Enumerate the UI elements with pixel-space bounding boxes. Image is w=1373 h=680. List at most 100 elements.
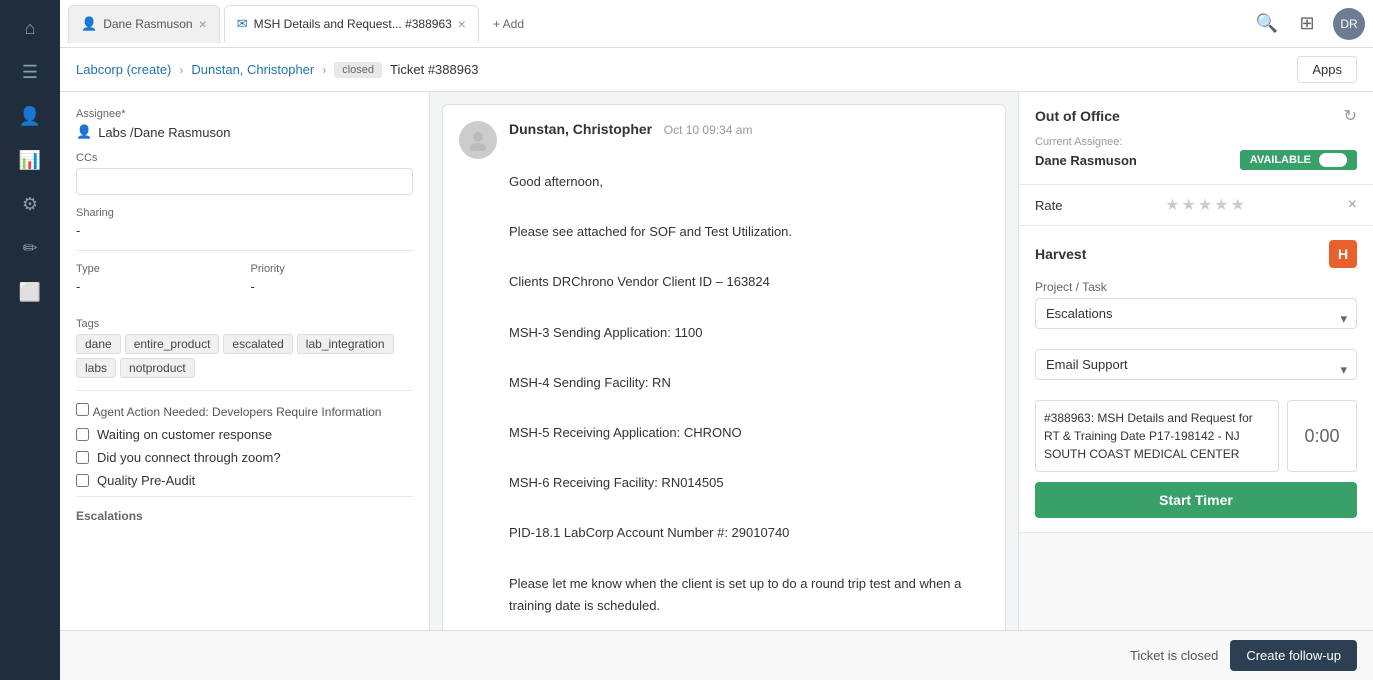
tags-container: dane entire_product escalated lab_integr… bbox=[76, 334, 413, 378]
left-panel: Assignee* 👤 Labs /Dane Rasmuson CCs Shar… bbox=[60, 92, 430, 680]
cb-waiting[interactable] bbox=[76, 428, 89, 441]
user-avatar[interactable]: DR bbox=[1333, 8, 1365, 40]
tab-msh-details[interactable]: ✉ MSH Details and Request... #388963 × bbox=[224, 5, 479, 43]
sharing-value: - bbox=[76, 223, 413, 238]
breadcrumb-sep-1: › bbox=[179, 63, 183, 77]
task-select[interactable]: Email Support bbox=[1035, 349, 1357, 380]
ccs-label: CCs bbox=[76, 152, 413, 164]
tab-dane-label: Dane Rasmuson bbox=[103, 17, 192, 31]
sidebar-users-icon[interactable]: 👤 bbox=[12, 98, 48, 134]
sidebar-edit-icon[interactable]: ✏ bbox=[12, 230, 48, 266]
msg-line-5: MSH-4 Sending Facility: RN bbox=[509, 372, 989, 394]
tab-add-button[interactable]: + Add bbox=[483, 13, 534, 35]
tag-labs: labs bbox=[76, 358, 116, 378]
tag-lab-integration: lab_integration bbox=[297, 334, 394, 354]
harvest-note[interactable]: #388963: MSH Details and Request for RT … bbox=[1035, 400, 1279, 472]
bottom-bar: Ticket is closed Create follow-up bbox=[60, 630, 1373, 680]
tag-dane: dane bbox=[76, 334, 121, 354]
tab-bar: 👤 Dane Rasmuson × ✉ MSH Details and Requ… bbox=[60, 0, 1373, 48]
type-label: Type bbox=[76, 263, 239, 275]
msg-line-3: Clients DRChrono Vendor Client ID – 1638… bbox=[509, 271, 989, 293]
sidebar-reports-icon[interactable]: 📊 bbox=[12, 142, 48, 178]
cb-zoom-label: Did you connect through zoom? bbox=[97, 450, 281, 465]
ccs-input[interactable] bbox=[76, 168, 413, 195]
assignee-row: Dane Rasmuson AVAILABLE bbox=[1035, 150, 1357, 170]
msg-line-2: Please see attached for SOF and Test Uti… bbox=[509, 221, 989, 243]
tab-email-icon: ✉ bbox=[237, 16, 248, 32]
harvest-header: Harvest H bbox=[1035, 240, 1357, 268]
available-label: AVAILABLE bbox=[1250, 154, 1311, 166]
tab-add-label: + Add bbox=[493, 17, 524, 31]
project-task-label: Project / Task bbox=[1035, 280, 1357, 294]
sidebar-settings-icon[interactable]: ⚙ bbox=[12, 186, 48, 222]
tags-label: Tags bbox=[76, 318, 413, 330]
cb-quality[interactable] bbox=[76, 474, 89, 487]
harvest-letter: H bbox=[1338, 246, 1348, 262]
ticket-status-badge: closed bbox=[334, 62, 382, 78]
breadcrumb-labcorp[interactable]: Labcorp (create) bbox=[76, 62, 171, 77]
assignee-label: Assignee* bbox=[76, 108, 413, 120]
message-meta: Dunstan, Christopher Oct 10 09:34 am bbox=[509, 121, 752, 137]
harvest-timer-row: #388963: MSH Details and Request for RT … bbox=[1035, 400, 1357, 472]
create-followup-button[interactable]: Create follow-up bbox=[1230, 640, 1357, 671]
priority-label: Priority bbox=[251, 263, 414, 275]
sender-name: Dunstan, Christopher bbox=[509, 121, 652, 137]
project-select[interactable]: Escalations bbox=[1035, 298, 1357, 329]
assignee-value: 👤 Labs /Dane Rasmuson bbox=[76, 124, 413, 140]
msg-line-1: Good afternoon, bbox=[509, 171, 989, 193]
cb-zoom[interactable] bbox=[76, 451, 89, 464]
tab-dane-rasmuson[interactable]: 👤 Dane Rasmuson × bbox=[68, 5, 220, 43]
right-panel: Out of Office ↻ Current Assignee: Dane R… bbox=[1018, 92, 1373, 680]
msg-line-4: MSH-3 Sending Application: 1100 bbox=[509, 322, 989, 344]
sidebar-tickets-icon[interactable]: ☰ bbox=[12, 54, 48, 90]
harvest-title: Harvest bbox=[1035, 246, 1086, 262]
star-4[interactable]: ★ bbox=[1214, 195, 1228, 215]
main-area: 👤 Dane Rasmuson × ✉ MSH Details and Requ… bbox=[60, 0, 1373, 680]
checkbox-zoom: Did you connect through zoom? bbox=[76, 450, 413, 465]
start-timer-button[interactable]: Start Timer bbox=[1035, 482, 1357, 518]
star-2[interactable]: ★ bbox=[1182, 195, 1196, 215]
apps-button[interactable]: Apps bbox=[1297, 56, 1357, 83]
priority-field: Priority - bbox=[251, 263, 414, 306]
star-1[interactable]: ★ bbox=[1165, 195, 1179, 215]
tab-msh-label: MSH Details and Request... #388963 bbox=[254, 17, 452, 31]
tab-close-1[interactable]: × bbox=[199, 17, 207, 31]
agent-action-row: Agent Action Needed: Developers Require … bbox=[76, 403, 413, 419]
stars-container: ★ ★ ★ ★ ★ bbox=[1165, 195, 1245, 215]
cb-quality-label: Quality Pre-Audit bbox=[97, 473, 195, 488]
assignee-person-icon: 👤 bbox=[76, 124, 92, 140]
star-5[interactable]: ★ bbox=[1231, 195, 1245, 215]
left-sidebar: ⌂ ☰ 👤 📊 ⚙ ✏ ⬜ bbox=[0, 0, 60, 680]
assignee-name: Labs /Dane Rasmuson bbox=[98, 125, 230, 140]
harvest-icon: H bbox=[1329, 240, 1357, 268]
search-icon[interactable]: 🔍 bbox=[1253, 10, 1281, 38]
message-time: Oct 10 09:34 am bbox=[664, 123, 753, 137]
sidebar-home-icon[interactable]: ⌂ bbox=[12, 10, 48, 46]
tab-person-icon: 👤 bbox=[81, 16, 97, 32]
type-field: Type - bbox=[76, 263, 239, 306]
priority-value: - bbox=[251, 279, 414, 294]
agent-action-checkbox[interactable] bbox=[76, 403, 89, 416]
escalations-heading: Escalations bbox=[76, 509, 413, 523]
tag-escalated: escalated bbox=[223, 334, 292, 354]
checkbox-quality: Quality Pre-Audit bbox=[76, 473, 413, 488]
middle-panel: Dunstan, Christopher Oct 10 09:34 am Goo… bbox=[430, 92, 1018, 680]
tag-notproduct: notproduct bbox=[120, 358, 195, 378]
sender-avatar bbox=[459, 121, 497, 159]
message-card: Dunstan, Christopher Oct 10 09:34 am Goo… bbox=[442, 104, 1006, 680]
message-body: Good afternoon, Please see attached for … bbox=[459, 171, 989, 680]
tab-close-2[interactable]: × bbox=[458, 17, 466, 31]
type-priority-row: Type - Priority - bbox=[76, 263, 413, 306]
grid-icon[interactable]: ⊞ bbox=[1293, 10, 1321, 38]
section-divider-2 bbox=[76, 390, 413, 391]
tag-entire-product: entire_product bbox=[125, 334, 220, 354]
breadcrumb-dunstan[interactable]: Dunstan, Christopher bbox=[191, 62, 314, 77]
checkbox-waiting: Waiting on customer response bbox=[76, 427, 413, 442]
available-badge: AVAILABLE bbox=[1240, 150, 1357, 170]
rate-close-icon[interactable]: × bbox=[1348, 196, 1357, 214]
refresh-icon[interactable]: ↻ bbox=[1344, 106, 1357, 126]
star-3[interactable]: ★ bbox=[1198, 195, 1212, 215]
available-toggle[interactable] bbox=[1319, 153, 1347, 167]
cb-waiting-label: Waiting on customer response bbox=[97, 427, 272, 442]
sidebar-box-icon[interactable]: ⬜ bbox=[12, 274, 48, 310]
